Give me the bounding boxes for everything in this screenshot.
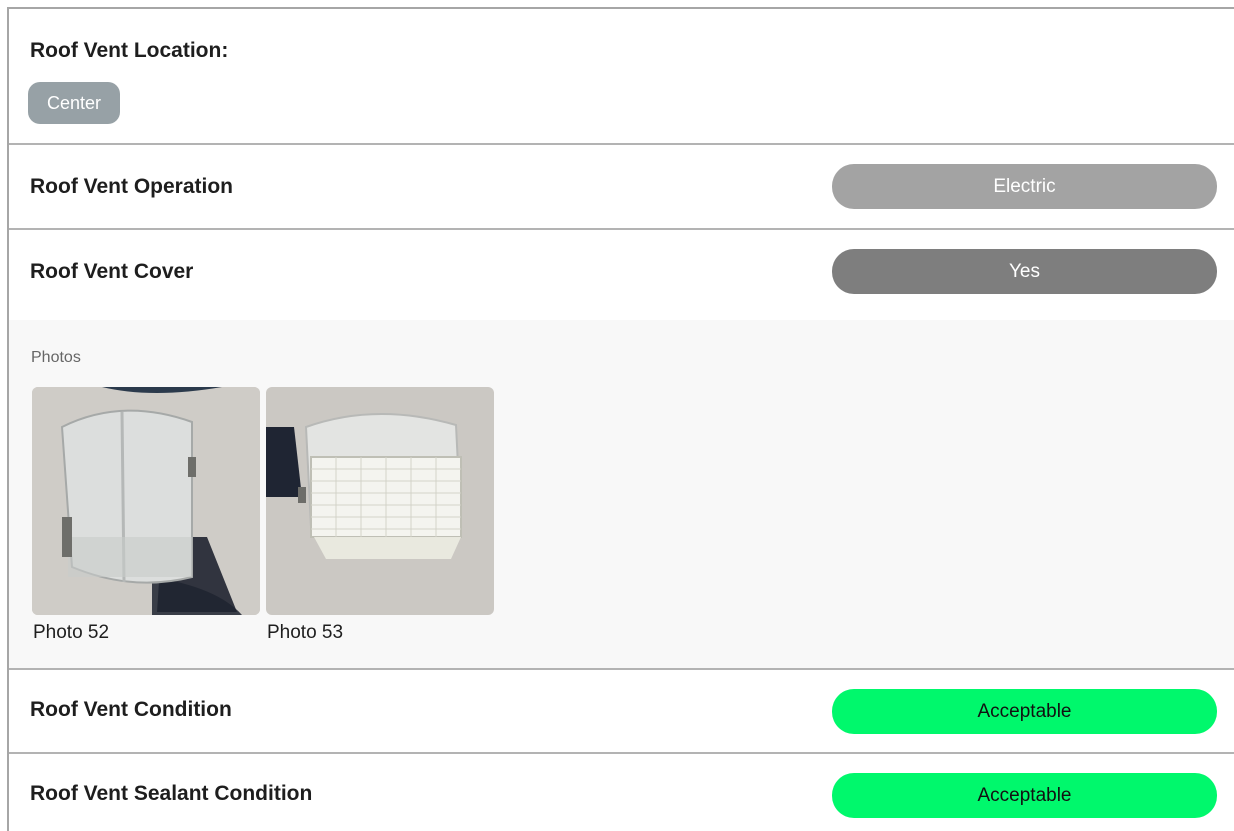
photo-thumbnail[interactable] [266, 387, 494, 615]
roof-vent-condition-button[interactable]: Acceptable [832, 689, 1217, 734]
roof-vent-condition-label: Roof Vent Condition [30, 698, 232, 721]
photos-title: Photos [31, 349, 81, 366]
divider [9, 668, 1234, 670]
roof-vent-operation-button[interactable]: Electric [832, 164, 1217, 209]
roof-vent-sealant-condition-button[interactable]: Acceptable [832, 773, 1217, 818]
photo-caption: Photo 52 [33, 622, 110, 643]
divider [9, 228, 1234, 230]
inspection-form: Roof Vent Location: Center Roof Vent Ope… [7, 7, 1234, 831]
roof-vent-cover-label: Roof Vent Cover [30, 260, 194, 283]
vent-louvers-image [266, 387, 494, 615]
roof-vent-location-chip[interactable]: Center [28, 82, 120, 124]
vent-cover-image [32, 387, 260, 615]
roof-vent-operation-label: Roof Vent Operation [30, 175, 234, 198]
roof-vent-location-label: Roof Vent Location: [30, 39, 229, 62]
photo-thumbnail[interactable] [32, 387, 260, 615]
divider [9, 752, 1234, 754]
divider [9, 143, 1234, 145]
roof-vent-sealant-condition-label: Roof Vent Sealant Condition [30, 782, 313, 805]
roof-vent-cover-button[interactable]: Yes [832, 249, 1217, 294]
photos-section: Photos Photo 52 Photo 53 [9, 320, 1234, 669]
photo-caption: Photo 53 [267, 622, 344, 643]
